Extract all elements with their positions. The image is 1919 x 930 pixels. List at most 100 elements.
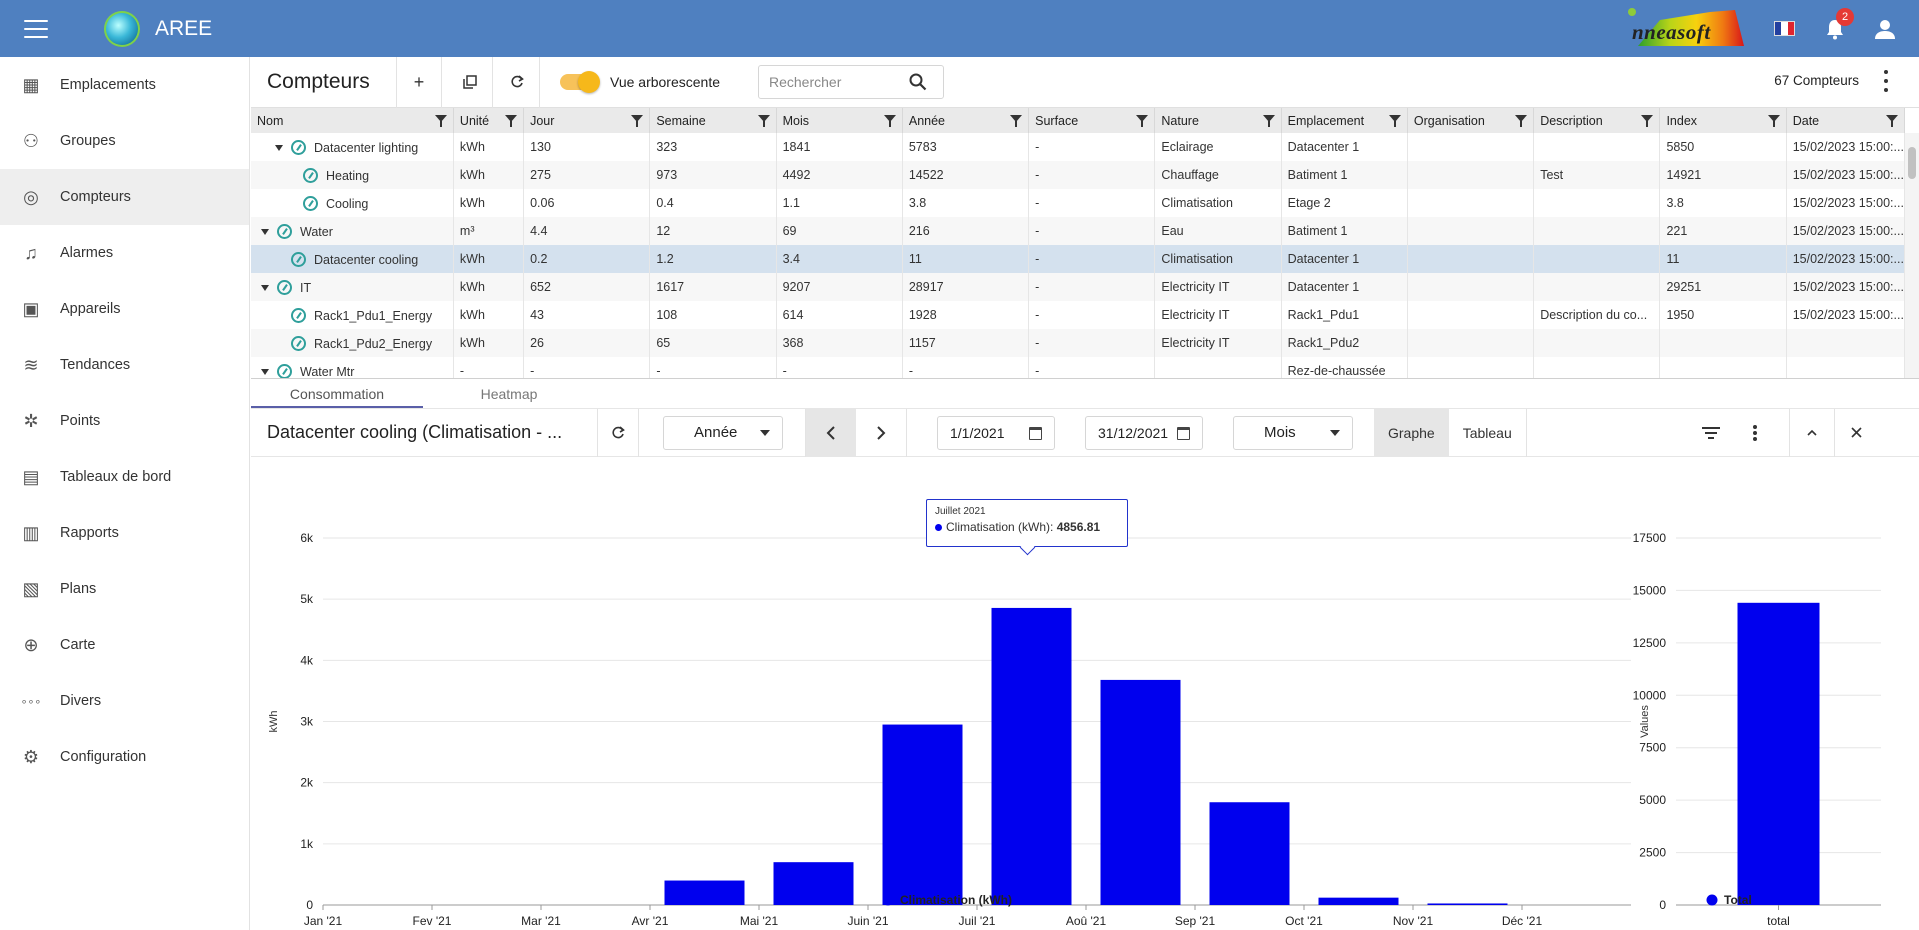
filter-icon[interactable] [505, 115, 518, 127]
sidebar-item-emplacements[interactable]: ▦ Emplacements [0, 57, 249, 113]
column-header[interactable]: Surface [1028, 108, 1156, 133]
cell-semaine: 323 [649, 133, 777, 161]
sidebar-item-alarmes[interactable]: ♫ Alarmes [0, 225, 249, 281]
collapse-panel-button[interactable] [1790, 409, 1834, 457]
total-consumption-chart: 0 2500 5000 7500 10000 12500 15000 17500 total Va… [1633, 531, 1881, 928]
meter-name: Heating [326, 168, 370, 183]
column-header[interactable]: Semaine [649, 108, 777, 133]
next-period-button[interactable] [856, 409, 906, 457]
period-select[interactable]: Année [663, 415, 783, 450]
table-row[interactable]: Water Mtr - - - - - - Rez-de-chaussée [251, 357, 1906, 378]
filter-icon[interactable] [1767, 115, 1780, 127]
bar [1318, 897, 1399, 905]
calendar-icon[interactable] [1177, 426, 1190, 440]
chart-toolbar: Datacenter cooling (Climatisation - ... … [251, 408, 1919, 457]
table-header: Nom Unité Jour Semaine Mois Année Surface Natur… [251, 108, 1906, 133]
table-row[interactable]: Water m³ 4.4 12 69 216- Eau Batiment 1 221 15/02/… [251, 217, 1906, 245]
column-header[interactable]: Nom [251, 108, 454, 133]
close-panel-button[interactable] [1835, 409, 1879, 457]
chart-more-options-button[interactable] [1733, 409, 1777, 457]
sidebar-item-tableaux-de-bord[interactable]: ▤ Tableaux de bord [0, 449, 249, 505]
graph-view-button[interactable]: Graphe [1374, 408, 1449, 457]
meters-toolbar: Compteurs + Vue arborescente 67 Compteur… [251, 56, 1919, 108]
tab-consommation[interactable]: Consommation [251, 379, 423, 408]
language-flag-icon[interactable] [1774, 21, 1795, 36]
meter-gauge-icon [291, 335, 306, 351]
copy-button[interactable] [448, 57, 492, 108]
sidebar-item-plans[interactable]: ▧ Plans [0, 561, 249, 617]
column-header[interactable]: Nature [1154, 108, 1282, 133]
sidebar-item-divers[interactable]: ∘∘∘ Divers [0, 673, 249, 729]
user-account-icon[interactable] [1874, 18, 1896, 40]
search-input[interactable] [769, 74, 909, 90]
sidebar-item-rapports[interactable]: ▥ Rapports [0, 505, 249, 561]
expand-caret-icon[interactable] [261, 228, 269, 235]
column-header[interactable]: Emplacement [1281, 108, 1408, 133]
table-row[interactable]: Rack1_Pdu2_Energy kWh 26 65 368 1157- Electric… [251, 329, 1906, 357]
filter-icon[interactable] [1886, 115, 1898, 127]
table-view-button[interactable]: Tableau [1449, 409, 1526, 457]
tab-heatmap[interactable]: Heatmap [423, 379, 595, 408]
cell-surface: - [1028, 217, 1156, 245]
column-header[interactable]: Index [1659, 108, 1787, 133]
sidebar-item-tendances[interactable]: ≋ Tendances [0, 337, 249, 393]
filter-icon[interactable] [1262, 115, 1275, 127]
filter-icon[interactable] [1136, 115, 1149, 127]
sidebar-item-configuration[interactable]: ⚙ Configuration [0, 729, 249, 785]
refresh-button[interactable] [495, 57, 539, 108]
sidebar-item-groupes[interactable]: ⚇ Groupes [0, 113, 249, 169]
filter-button[interactable] [1689, 409, 1733, 457]
building-icon: ▦ [22, 74, 40, 95]
start-date-input[interactable]: 1/1/2021 [937, 415, 1055, 450]
column-header[interactable]: Date [1786, 108, 1906, 133]
expand-caret-icon[interactable] [261, 284, 269, 291]
filter-icon[interactable] [1388, 115, 1401, 127]
add-meter-button[interactable]: + [397, 57, 441, 108]
table-row[interactable]: IT kWh 652 1617 9207 28917- Electricity IT Data… [251, 273, 1906, 301]
sidebar-item-appareils[interactable]: ▣ Appareils [0, 281, 249, 337]
sidebar-item-carte[interactable]: ⊕ Carte [0, 617, 249, 673]
column-header[interactable]: Organisation [1407, 108, 1535, 133]
tree-view-toggle[interactable] [560, 71, 600, 93]
grid-scrollbar[interactable] [1905, 133, 1919, 378]
cell-emplacement: Datacenter 1 [1281, 133, 1408, 161]
chart-refresh-button[interactable] [598, 409, 638, 457]
table-row[interactable]: Heating kWh 275 973 4492 14522- Chauffage Batim… [251, 161, 1906, 189]
x-tick-label: Nov '21 [1393, 914, 1434, 928]
cell-annee: 1157 [902, 329, 1030, 357]
hamburger-menu-icon[interactable] [24, 19, 48, 38]
column-header-label: Nature [1161, 113, 1199, 128]
cell-organisation [1407, 329, 1535, 357]
table-row[interactable]: Rack1_Pdu1_Energy kWh 43 108 614 1928- Electri… [251, 301, 1906, 329]
table-row[interactable]: Datacenter cooling kWh 0.2 1.2 3.4 11- Climati… [251, 245, 1906, 273]
column-header[interactable]: Jour [523, 108, 651, 133]
devices-icon: ▣ [22, 298, 40, 319]
tree-view-label: Vue arborescente [610, 74, 720, 90]
sidebar-item-compteurs[interactable]: ◎ Compteurs [0, 169, 249, 225]
more-options-icon[interactable] [1883, 70, 1889, 92]
calendar-icon[interactable] [1029, 426, 1042, 440]
granularity-select[interactable]: Mois [1233, 415, 1353, 450]
filter-icon[interactable] [1515, 115, 1528, 127]
sidebar-item-points[interactable]: ✲ Points [0, 393, 249, 449]
filter-icon[interactable] [757, 115, 770, 127]
filter-icon[interactable] [434, 115, 447, 127]
column-header[interactable]: Année [902, 108, 1030, 133]
column-header[interactable]: Description [1533, 108, 1661, 133]
cell-mois: 368 [776, 329, 903, 357]
expand-caret-icon[interactable] [261, 368, 269, 375]
filter-icon[interactable] [1010, 115, 1023, 127]
end-date-input[interactable]: 31/12/2021 [1085, 415, 1203, 450]
filter-icon[interactable] [883, 115, 896, 127]
filter-icon[interactable] [1641, 115, 1654, 127]
column-header[interactable]: Unité [453, 108, 525, 133]
column-header[interactable]: Mois [776, 108, 903, 133]
filter-icon[interactable] [631, 115, 644, 127]
search-icon[interactable] [909, 73, 927, 91]
y-tick-label: 5k [300, 592, 314, 606]
cell-date: 15/02/2023 15:00:... [1786, 217, 1906, 245]
expand-caret-icon[interactable] [275, 144, 283, 151]
table-row[interactable]: Cooling kWh 0.06 0.4 1.1 3.8- Climatisation Eta… [251, 189, 1906, 217]
table-row[interactable]: Datacenter lighting kWh 130 323 1841 5783- Ecl… [251, 133, 1906, 161]
previous-period-button[interactable] [806, 408, 856, 457]
